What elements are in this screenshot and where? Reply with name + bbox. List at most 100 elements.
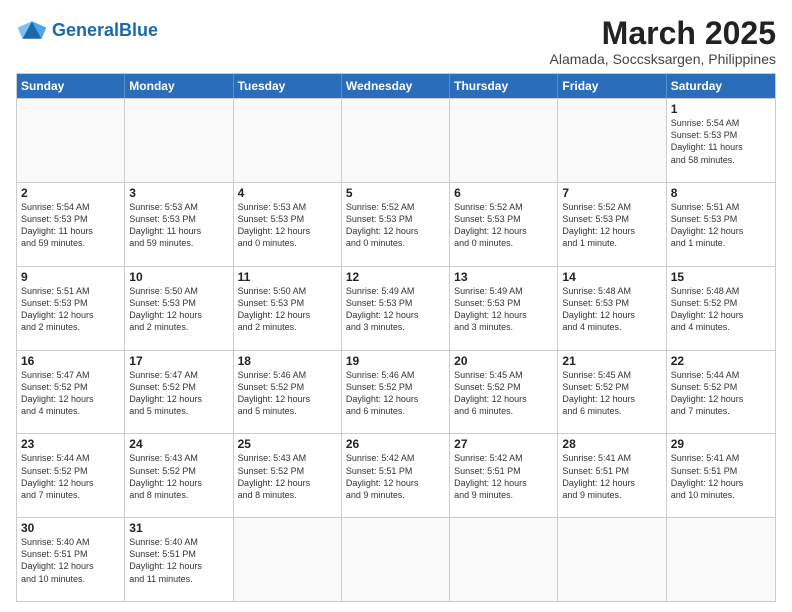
day-number: 24 (129, 437, 228, 451)
cell-info: Sunrise: 5:43 AM Sunset: 5:52 PM Dayligh… (129, 452, 228, 501)
calendar-row-5: 30Sunrise: 5:40 AM Sunset: 5:51 PM Dayli… (17, 517, 775, 601)
cell-info: Sunrise: 5:53 AM Sunset: 5:53 PM Dayligh… (129, 201, 228, 250)
header-tuesday: Tuesday (234, 74, 342, 98)
cell-info: Sunrise: 5:42 AM Sunset: 5:51 PM Dayligh… (454, 452, 553, 501)
cell-info: Sunrise: 5:53 AM Sunset: 5:53 PM Dayligh… (238, 201, 337, 250)
cal-cell-r4-c1: 24Sunrise: 5:43 AM Sunset: 5:52 PM Dayli… (125, 434, 233, 517)
cal-cell-r2-c6: 15Sunrise: 5:48 AM Sunset: 5:52 PM Dayli… (667, 267, 775, 350)
day-number: 16 (21, 354, 120, 368)
cal-cell-r3-c6: 22Sunrise: 5:44 AM Sunset: 5:52 PM Dayli… (667, 351, 775, 434)
cal-cell-r2-c0: 9Sunrise: 5:51 AM Sunset: 5:53 PM Daylig… (17, 267, 125, 350)
cell-info: Sunrise: 5:54 AM Sunset: 5:53 PM Dayligh… (671, 117, 771, 166)
day-number: 28 (562, 437, 661, 451)
location-subtitle: Alamada, Soccsksargen, Philippines (550, 51, 776, 67)
day-number: 2 (21, 186, 120, 200)
day-number: 8 (671, 186, 771, 200)
cal-cell-r4-c3: 26Sunrise: 5:42 AM Sunset: 5:51 PM Dayli… (342, 434, 450, 517)
cal-cell-r4-c0: 23Sunrise: 5:44 AM Sunset: 5:52 PM Dayli… (17, 434, 125, 517)
cell-info: Sunrise: 5:40 AM Sunset: 5:51 PM Dayligh… (21, 536, 120, 585)
calendar: Sunday Monday Tuesday Wednesday Thursday… (16, 73, 776, 602)
cal-cell-r3-c0: 16Sunrise: 5:47 AM Sunset: 5:52 PM Dayli… (17, 351, 125, 434)
cal-cell-r5-c2 (234, 518, 342, 601)
header-saturday: Saturday (667, 74, 775, 98)
cell-info: Sunrise: 5:49 AM Sunset: 5:53 PM Dayligh… (346, 285, 445, 334)
month-title: March 2025 (550, 16, 776, 51)
header-sunday: Sunday (17, 74, 125, 98)
day-number: 4 (238, 186, 337, 200)
cell-info: Sunrise: 5:48 AM Sunset: 5:52 PM Dayligh… (671, 285, 771, 334)
cell-info: Sunrise: 5:49 AM Sunset: 5:53 PM Dayligh… (454, 285, 553, 334)
calendar-row-1: 2Sunrise: 5:54 AM Sunset: 5:53 PM Daylig… (17, 182, 775, 266)
cal-cell-r4-c2: 25Sunrise: 5:43 AM Sunset: 5:52 PM Dayli… (234, 434, 342, 517)
page: GeneralBlue March 2025 Alamada, Soccsksa… (0, 0, 792, 612)
cal-cell-r3-c4: 20Sunrise: 5:45 AM Sunset: 5:52 PM Dayli… (450, 351, 558, 434)
cell-info: Sunrise: 5:42 AM Sunset: 5:51 PM Dayligh… (346, 452, 445, 501)
cell-info: Sunrise: 5:52 AM Sunset: 5:53 PM Dayligh… (562, 201, 661, 250)
cell-info: Sunrise: 5:51 AM Sunset: 5:53 PM Dayligh… (671, 201, 771, 250)
calendar-row-2: 9Sunrise: 5:51 AM Sunset: 5:53 PM Daylig… (17, 266, 775, 350)
cal-cell-r0-c1 (125, 99, 233, 182)
cell-info: Sunrise: 5:50 AM Sunset: 5:53 PM Dayligh… (129, 285, 228, 334)
header-wednesday: Wednesday (342, 74, 450, 98)
day-number: 30 (21, 521, 120, 535)
cal-cell-r1-c3: 5Sunrise: 5:52 AM Sunset: 5:53 PM Daylig… (342, 183, 450, 266)
cell-info: Sunrise: 5:45 AM Sunset: 5:52 PM Dayligh… (562, 369, 661, 418)
cal-cell-r1-c5: 7Sunrise: 5:52 AM Sunset: 5:53 PM Daylig… (558, 183, 666, 266)
cal-cell-r2-c1: 10Sunrise: 5:50 AM Sunset: 5:53 PM Dayli… (125, 267, 233, 350)
day-number: 27 (454, 437, 553, 451)
cal-cell-r2-c4: 13Sunrise: 5:49 AM Sunset: 5:53 PM Dayli… (450, 267, 558, 350)
logo-blue: Blue (119, 20, 158, 40)
day-number: 6 (454, 186, 553, 200)
day-number: 14 (562, 270, 661, 284)
calendar-row-4: 23Sunrise: 5:44 AM Sunset: 5:52 PM Dayli… (17, 433, 775, 517)
cal-cell-r0-c0 (17, 99, 125, 182)
cell-info: Sunrise: 5:46 AM Sunset: 5:52 PM Dayligh… (346, 369, 445, 418)
logo-general: General (52, 20, 119, 40)
cal-cell-r3-c5: 21Sunrise: 5:45 AM Sunset: 5:52 PM Dayli… (558, 351, 666, 434)
calendar-header: Sunday Monday Tuesday Wednesday Thursday… (17, 74, 775, 98)
day-number: 19 (346, 354, 445, 368)
cell-info: Sunrise: 5:51 AM Sunset: 5:53 PM Dayligh… (21, 285, 120, 334)
day-number: 22 (671, 354, 771, 368)
day-number: 12 (346, 270, 445, 284)
cal-cell-r1-c6: 8Sunrise: 5:51 AM Sunset: 5:53 PM Daylig… (667, 183, 775, 266)
cal-cell-r0-c4 (450, 99, 558, 182)
day-number: 31 (129, 521, 228, 535)
cal-cell-r5-c3 (342, 518, 450, 601)
day-number: 26 (346, 437, 445, 451)
cal-cell-r3-c2: 18Sunrise: 5:46 AM Sunset: 5:52 PM Dayli… (234, 351, 342, 434)
calendar-body: 1Sunrise: 5:54 AM Sunset: 5:53 PM Daylig… (17, 98, 775, 601)
cal-cell-r4-c4: 27Sunrise: 5:42 AM Sunset: 5:51 PM Dayli… (450, 434, 558, 517)
cell-info: Sunrise: 5:52 AM Sunset: 5:53 PM Dayligh… (346, 201, 445, 250)
cal-cell-r0-c5 (558, 99, 666, 182)
header-monday: Monday (125, 74, 233, 98)
cal-cell-r5-c0: 30Sunrise: 5:40 AM Sunset: 5:51 PM Dayli… (17, 518, 125, 601)
calendar-row-3: 16Sunrise: 5:47 AM Sunset: 5:52 PM Dayli… (17, 350, 775, 434)
cal-cell-r1-c0: 2Sunrise: 5:54 AM Sunset: 5:53 PM Daylig… (17, 183, 125, 266)
day-number: 18 (238, 354, 337, 368)
day-number: 11 (238, 270, 337, 284)
day-number: 29 (671, 437, 771, 451)
cal-cell-r0-c6: 1Sunrise: 5:54 AM Sunset: 5:53 PM Daylig… (667, 99, 775, 182)
day-number: 7 (562, 186, 661, 200)
cal-cell-r5-c4 (450, 518, 558, 601)
cal-cell-r5-c1: 31Sunrise: 5:40 AM Sunset: 5:51 PM Dayli… (125, 518, 233, 601)
day-number: 21 (562, 354, 661, 368)
cal-cell-r0-c3 (342, 99, 450, 182)
logo: GeneralBlue (16, 16, 158, 44)
header-friday: Friday (558, 74, 666, 98)
cell-info: Sunrise: 5:45 AM Sunset: 5:52 PM Dayligh… (454, 369, 553, 418)
cal-cell-r3-c1: 17Sunrise: 5:47 AM Sunset: 5:52 PM Dayli… (125, 351, 233, 434)
cal-cell-r1-c4: 6Sunrise: 5:52 AM Sunset: 5:53 PM Daylig… (450, 183, 558, 266)
day-number: 10 (129, 270, 228, 284)
cal-cell-r4-c5: 28Sunrise: 5:41 AM Sunset: 5:51 PM Dayli… (558, 434, 666, 517)
cell-info: Sunrise: 5:52 AM Sunset: 5:53 PM Dayligh… (454, 201, 553, 250)
title-block: March 2025 Alamada, Soccsksargen, Philip… (550, 16, 776, 67)
header-thursday: Thursday (450, 74, 558, 98)
cal-cell-r2-c2: 11Sunrise: 5:50 AM Sunset: 5:53 PM Dayli… (234, 267, 342, 350)
day-number: 9 (21, 270, 120, 284)
day-number: 20 (454, 354, 553, 368)
cell-info: Sunrise: 5:54 AM Sunset: 5:53 PM Dayligh… (21, 201, 120, 250)
cal-cell-r4-c6: 29Sunrise: 5:41 AM Sunset: 5:51 PM Dayli… (667, 434, 775, 517)
logo-icon (16, 16, 48, 44)
